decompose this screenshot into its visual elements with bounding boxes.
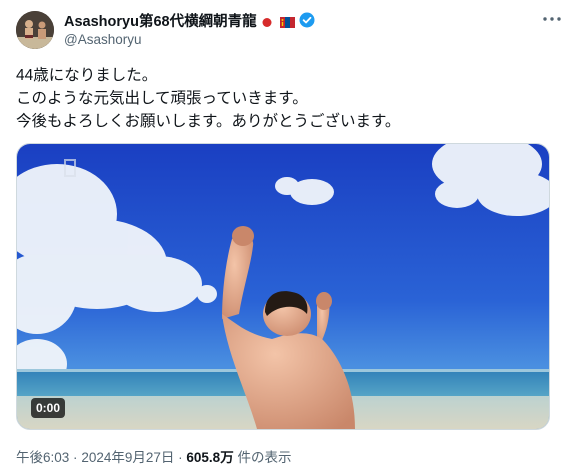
author-display-name[interactable]: Asashoryu第68代横綱朝青龍 — [64, 10, 257, 31]
author-handle[interactable]: @Asashoryu — [64, 32, 142, 47]
author-avatar[interactable] — [16, 11, 54, 49]
tweet-text: 44歳になりました。 このような元気出して頑張っていきます。 今後もよろしくお願… — [16, 64, 556, 133]
author-name-row: Asashoryu第68代横綱朝青龍 — [64, 10, 315, 31]
tweet-line: 44歳になりました。 — [16, 67, 158, 84]
tweet-line: 今後もよろしくお願いします。ありがとうございます。 — [16, 113, 401, 130]
video-player[interactable]: 0:00 — [16, 143, 550, 430]
video-frame — [17, 144, 549, 429]
more-options-icon[interactable] — [539, 8, 565, 30]
tweet-date[interactable]: 2024年9月27日 — [81, 450, 174, 465]
views-label: 件の表示 — [237, 450, 292, 465]
tweet-line: このような元気出して頑張っていきます。 — [16, 90, 308, 107]
views-count: 605.8万 — [186, 450, 234, 465]
meta-separator: · — [178, 450, 183, 465]
mongolia-flag-icon — [279, 15, 295, 28]
tweet-time[interactable]: 午後6:03 — [16, 450, 69, 465]
red-circle-icon — [261, 15, 276, 27]
video-timestamp: 0:00 — [31, 398, 66, 418]
tweet-meta: 午後6:03 · 2024年9月27日 · 605.8万 件の表示 — [16, 446, 291, 466]
meta-separator: · — [73, 450, 78, 465]
verified-badge-icon[interactable] — [299, 12, 315, 28]
